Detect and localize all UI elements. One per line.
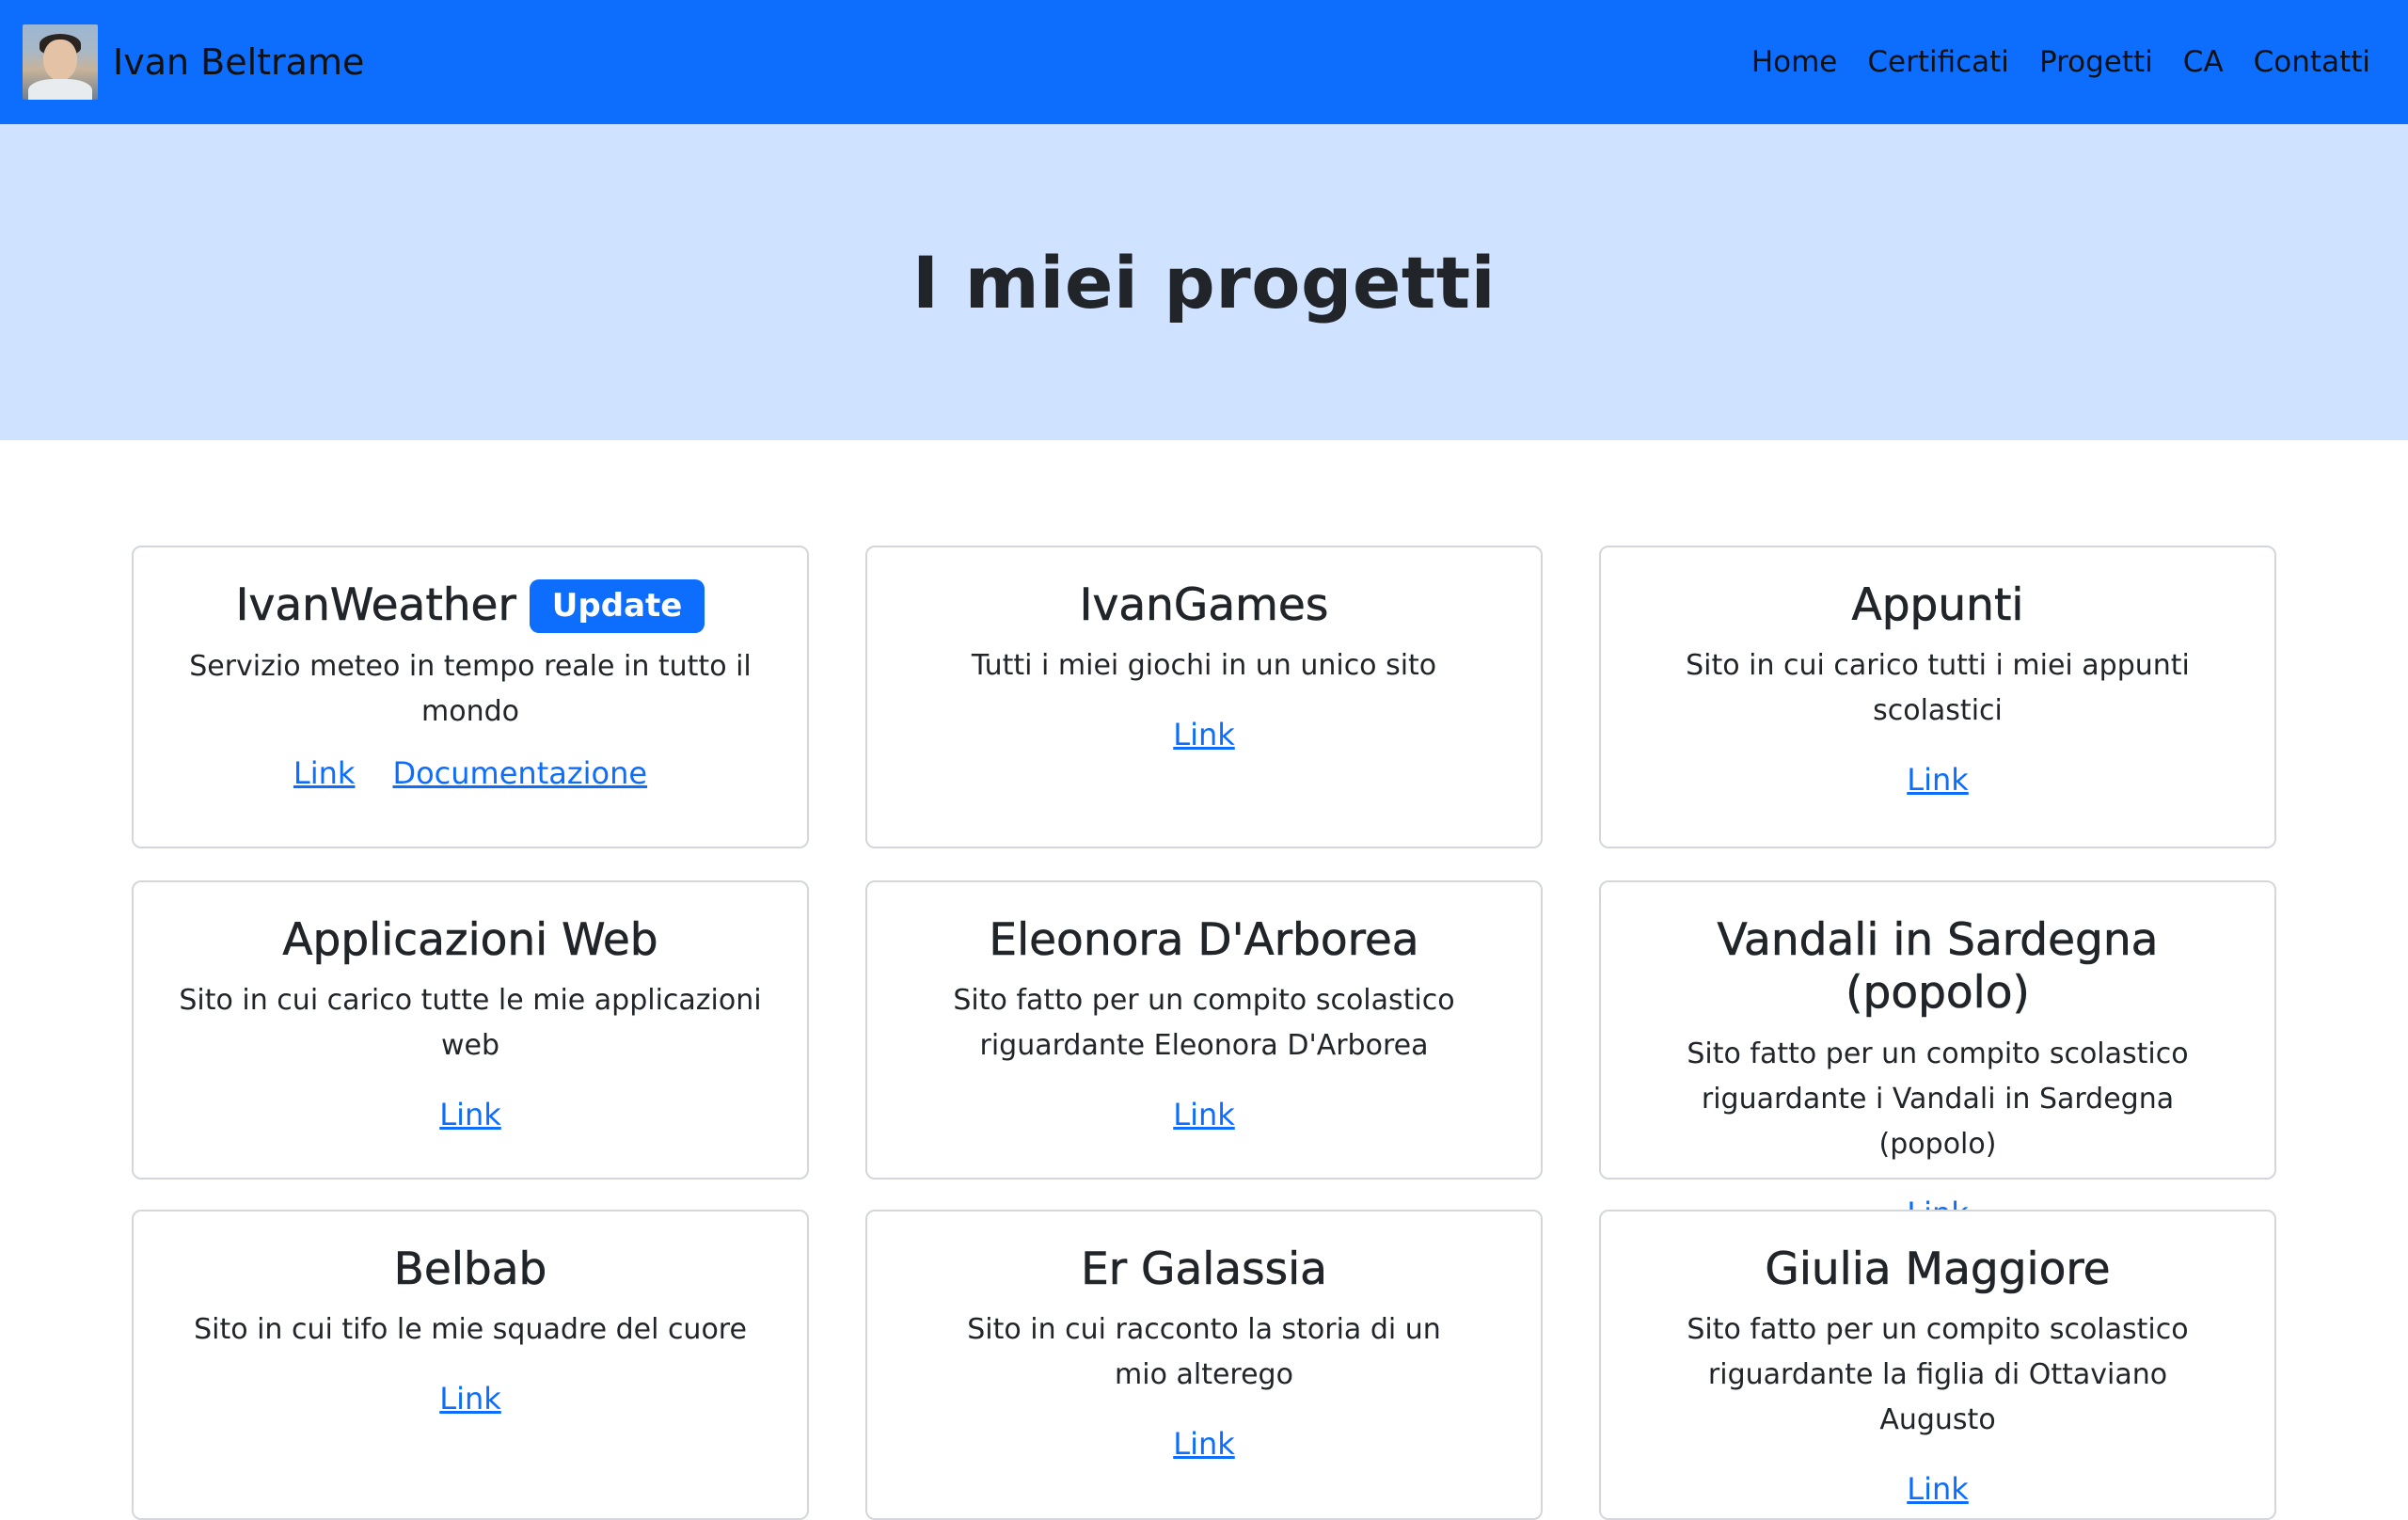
project-card-ivangames: IvanGames Tutti i miei giochi in un unic…: [865, 546, 1543, 848]
project-card-belbab: Belbab Sito in cui tifo le mie squadre d…: [132, 1210, 809, 1520]
project-link[interactable]: Link: [439, 1381, 501, 1417]
project-card-eleonora-darborea: Eleonora D'Arborea Sito fatto per un com…: [865, 880, 1543, 1180]
project-description: Sito fatto per un compito scolastico rig…: [1687, 1313, 2189, 1437]
project-card-applicazioni-web: Applicazioni Web Sito in cui carico tutt…: [132, 880, 809, 1180]
nav-link-contatti[interactable]: Contatti: [2239, 45, 2385, 79]
project-card-appunti: Appunti Sito in cui carico tutti i miei …: [1599, 546, 2276, 848]
project-title: Appunti: [1851, 579, 2024, 632]
project-link[interactable]: Link: [439, 1097, 501, 1132]
nav-link-home[interactable]: Home: [1736, 45, 1853, 79]
project-description: Servizio meteo in tempo reale in tutto i…: [189, 649, 752, 728]
project-title: Belbab: [393, 1243, 547, 1296]
project-link[interactable]: Link: [293, 755, 356, 791]
project-title: Applicazioni Web: [282, 914, 658, 967]
project-card-vandali-in-sardegna: Vandali in Sardegna (popolo) Sito fatto …: [1599, 880, 2276, 1231]
project-card-giulia-maggiore: Giulia Maggiore Sito fatto per un compit…: [1599, 1210, 2276, 1520]
nav-link-certificati[interactable]: Certificati: [1852, 45, 2024, 79]
project-title: Er Galassia: [1081, 1243, 1327, 1296]
project-docs-link[interactable]: Documentazione: [392, 755, 647, 791]
project-link[interactable]: Link: [1173, 717, 1235, 752]
project-link[interactable]: Link: [1907, 762, 1969, 798]
nav-links: Home Certificati Progetti CA Contatti: [1736, 45, 2385, 79]
hero-section: I miei progetti: [0, 124, 2408, 440]
brand-link[interactable]: Ivan Beltrame: [23, 24, 364, 100]
navbar: Ivan Beltrame Home Certificati Progetti …: [0, 0, 2408, 124]
project-link[interactable]: Link: [1173, 1097, 1235, 1132]
project-link[interactable]: Link: [1907, 1471, 1969, 1507]
project-title: IvanWeather Update: [156, 579, 784, 633]
nav-link-progetti[interactable]: Progetti: [2024, 45, 2168, 79]
brand-name: Ivan Beltrame: [113, 41, 365, 83]
project-description: Sito fatto per un compito scolastico rig…: [1687, 1037, 2189, 1161]
update-badge: Update: [529, 579, 705, 633]
project-description: Sito fatto per un compito scolastico rig…: [953, 984, 1455, 1063]
project-title: Eleonora D'Arborea: [989, 914, 1419, 967]
project-title-text: IvanWeather: [235, 579, 516, 632]
project-description: Sito in cui carico tutti i miei appunti …: [1686, 649, 2190, 728]
project-title: Vandali in Sardegna (popolo): [1717, 914, 2159, 1020]
avatar: [23, 24, 98, 100]
project-card-ivanweather: IvanWeather Update Servizio meteo in tem…: [132, 546, 809, 848]
project-link[interactable]: Link: [1173, 1426, 1235, 1462]
project-title: IvanGames: [1079, 579, 1329, 632]
page-title: I miei progetti: [911, 240, 1497, 325]
project-card-er-galassia: Er Galassia Sito in cui racconto la stor…: [865, 1210, 1543, 1520]
project-description: Tutti i miei giochi in un unico sito: [971, 649, 1437, 683]
nav-link-ca[interactable]: CA: [2168, 45, 2239, 79]
project-description: Sito in cui carico tutte le mie applicaz…: [179, 984, 762, 1063]
project-title: Giulia Maggiore: [1765, 1243, 2111, 1296]
project-description: Sito in cui tifo le mie squadre del cuor…: [194, 1313, 747, 1347]
project-description: Sito in cui racconto la storia di un mio…: [967, 1313, 1441, 1392]
